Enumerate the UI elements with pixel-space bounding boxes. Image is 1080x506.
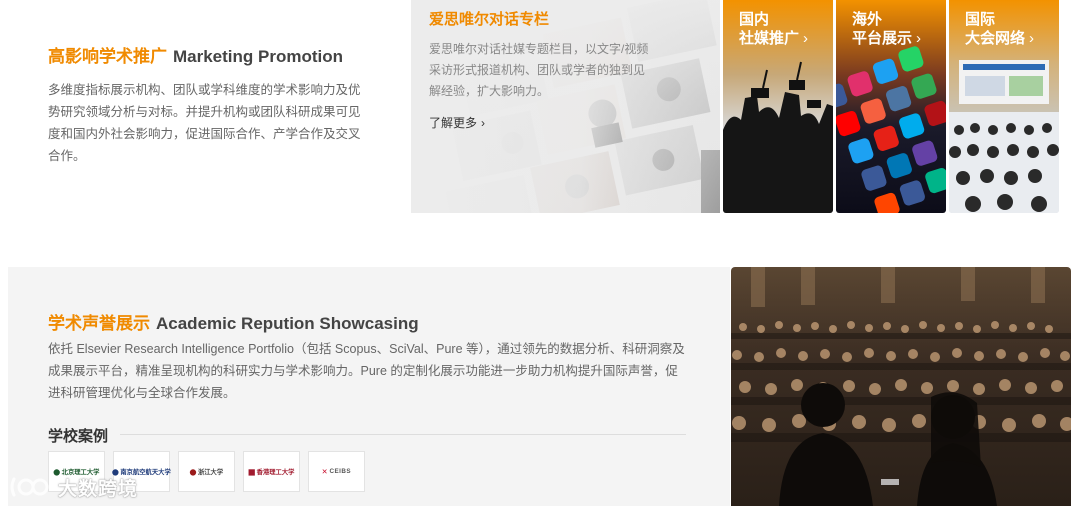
chevron-right-icon: › <box>916 30 922 47</box>
ceibs-mark-icon: ✕ <box>321 467 328 476</box>
seal-icon <box>189 468 197 475</box>
reputation-section: 学术声誉展示 Academic Repution Showcasing 依托 El… <box>8 267 730 506</box>
marketing-title: 高影响学术推广 Marketing Promotion <box>48 42 368 67</box>
marketing-section: 高影响学术推广 Marketing Promotion 多维度指标展示机构、团队或… <box>48 42 368 167</box>
card-overseas-platform[interactable]: 海外 平台展示 › <box>836 0 946 213</box>
card-domestic-line1: 国内 <box>739 11 770 28</box>
learn-more-label: 了解更多 <box>429 116 478 130</box>
dialog-column-title: 爱思唯尔对话专栏 <box>429 11 550 28</box>
card-domestic-social-media[interactable]: 国内 社媒推广 › <box>723 0 833 213</box>
learn-more-link[interactable]: 了解更多 › <box>429 114 485 131</box>
card-overseas-label: 海外 平台展示 › <box>852 10 944 48</box>
dialog-column-description: 爱思唯尔对话社媒专题栏目，以文字/视频采访形式报道机构、团队或学者的独到见解经验… <box>429 42 649 98</box>
marketing-title-zh: 高影响学术推广 <box>48 47 167 66</box>
dialog-column-panel: 爱思唯尔对话专栏 爱思唯尔对话社媒专题栏目，以文字/视频采访形式报道机构、团队或… <box>411 0 720 213</box>
card-domestic-label: 国内 社媒推广 › <box>739 10 831 48</box>
school-logo-ceibs[interactable]: ✕ CEIBS <box>308 451 365 492</box>
card-international-line2: 大会网络 <box>965 30 1026 47</box>
lecture-audience-image <box>731 267 1071 506</box>
watermark-text: 大数跨境 <box>58 478 139 500</box>
dialog-column-text: 爱思唯尔对话专栏 爱思唯尔对话社媒专题栏目，以文字/视频采访形式报道机构、团队或… <box>429 8 649 132</box>
card-overseas-line2: 平台展示 <box>852 30 913 47</box>
school-cases-divider <box>120 434 686 435</box>
chevron-right-icon: › <box>1029 30 1035 47</box>
reputation-description: 依托 Elsevier Research Intelligence Portfo… <box>48 342 685 400</box>
lecture-audience-graphic <box>731 267 1071 506</box>
seal-icon <box>248 468 255 475</box>
marketing-title-en: Marketing Promotion <box>173 47 344 66</box>
reputation-title-zh: 学术声誉展示 <box>48 314 150 333</box>
school-logo-polyu-name: 香港理工大学 <box>256 468 295 476</box>
card-international-line1: 国际 <box>965 11 996 28</box>
chevron-right-icon: › <box>803 30 809 47</box>
card-international-conference[interactable]: 国际 大会网络 › <box>949 0 1059 213</box>
reputation-title-en: Academic Repution Showcasing <box>156 314 419 333</box>
watermark-logo-icon <box>10 477 49 497</box>
school-logo-ceibs-name: CEIBS <box>329 468 352 475</box>
school-logo-zju-name: 浙江大学 <box>197 468 224 476</box>
card-overseas-line1: 海外 <box>852 11 883 28</box>
watermark: 大数跨境 <box>8 473 138 501</box>
school-logo-polyu[interactable]: 香港理工大学 <box>243 451 300 492</box>
school-logo-zju[interactable]: 浙江大学 <box>178 451 235 492</box>
card-international-label: 国际 大会网络 › <box>965 10 1057 48</box>
marketing-description: 多维度指标展示机构、团队或学科维度的学术影响力及优势研究领域分析与对标。并提升机… <box>48 83 361 163</box>
card-domestic-line2: 社媒推广 <box>739 30 800 47</box>
chevron-right-icon: › <box>481 115 486 130</box>
school-cases-title: 学校案例 <box>48 428 109 445</box>
reputation-title: 学术声誉展示 Academic Repution Showcasing <box>48 309 419 334</box>
